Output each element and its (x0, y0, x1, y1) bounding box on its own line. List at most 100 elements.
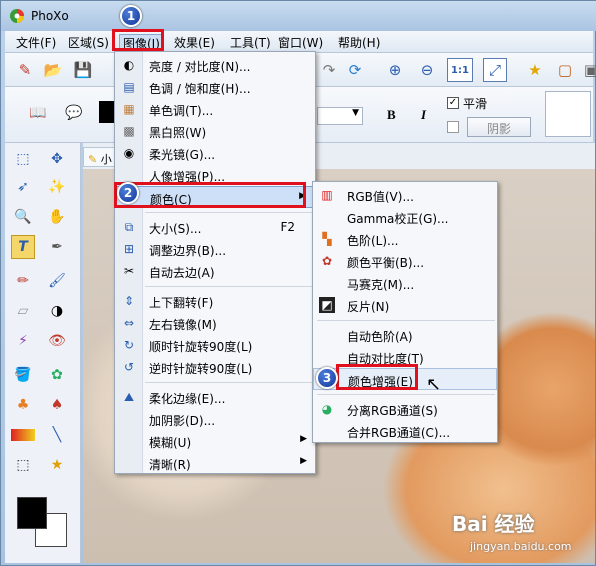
stamp-icon[interactable]: ♣ (11, 393, 35, 417)
frame-icon[interactable]: ▢ (553, 58, 577, 82)
new-file-icon[interactable]: ✎ (13, 58, 37, 82)
menu-item-sharpen[interactable]: 清晰(R) ▶ (115, 452, 315, 474)
clone-icon[interactable]: ⚡ (11, 329, 35, 353)
paint-bucket-icon[interactable]: 🪣 (11, 363, 35, 387)
rect-select-icon[interactable]: ⬚ (11, 147, 35, 171)
more-tools-icon[interactable]: ▣ (579, 58, 596, 82)
line-tool-icon[interactable]: ╲ (45, 423, 69, 447)
menu-item-merge-rgb[interactable]: 合并RGB通道(C)... (313, 420, 497, 442)
soften-edge-icon: ⛰ (123, 389, 135, 404)
menu-file[interactable]: 文件(F) (13, 34, 59, 51)
rotate-cw-icon: ↻ (123, 338, 135, 352)
save-icon[interactable]: 💾 (71, 58, 95, 82)
menu-item-add-shadow[interactable]: 加阴影(D)... (115, 408, 315, 430)
menu-item-rotate-ccw[interactable]: ↺ 逆时针旋转90度(L) (115, 356, 315, 378)
menu-item-label: 调整边界(B)... (149, 244, 227, 258)
menu-item-resize[interactable]: ⧉ 大小(S)... F2 (115, 216, 315, 238)
favorite-star-icon[interactable]: ★ (523, 58, 547, 82)
actual-size-icon[interactable]: 1:1 (447, 58, 473, 82)
book-icon[interactable]: 📖 (29, 105, 46, 121)
menu-item-label: 自动去边(A) (149, 266, 215, 280)
foreground-color-swatch[interactable] (17, 497, 47, 529)
bold-button[interactable]: B (387, 107, 396, 123)
menu-selection[interactable]: 区域(S) (65, 34, 112, 51)
red-eye-icon[interactable]: 👁 (45, 329, 69, 353)
comment-icon[interactable]: 💬 (65, 105, 82, 121)
shadow-checkbox[interactable] (447, 121, 459, 133)
italic-button[interactable]: I (421, 107, 426, 123)
menu-item-mirror[interactable]: ⇔ 左右镜像(M) (115, 312, 315, 334)
contrast-tool-icon[interactable]: ◑ (45, 299, 69, 323)
menu-item-rgb-values[interactable]: ▥ RGB值(V)... (313, 184, 497, 206)
magic-wand-icon[interactable]: ✨ (45, 175, 69, 199)
monotone-icon: ▦ (123, 102, 135, 116)
menu-item-color-balance[interactable]: ✿ 颜色平衡(B)... (313, 250, 497, 272)
menu-window[interactable]: 窗口(W) (275, 34, 326, 51)
move-icon[interactable]: ✥ (45, 147, 69, 171)
menu-item-soften-edge[interactable]: ⛰ 柔化边缘(E)... (115, 386, 315, 408)
menu-separator (145, 382, 313, 383)
zoom-in-icon[interactable]: ⊕ (383, 58, 407, 82)
eyedropper-icon[interactable]: ✒ (45, 235, 69, 259)
menu-item-invert[interactable]: ◩ 反片(N) (313, 294, 497, 316)
menu-tools[interactable]: 工具(T) (227, 34, 274, 51)
gradient-icon[interactable] (11, 429, 35, 441)
menu-item-mosaic[interactable]: 马赛克(M)... (313, 272, 497, 294)
zoom-tool-icon[interactable]: 🔍 (11, 205, 35, 229)
submenu-arrow-icon: ▶ (300, 434, 307, 444)
mouse-cursor-icon: ↖ (426, 374, 442, 395)
menu-item-label: 反片(N) (347, 300, 390, 314)
document-tab-label: 小 (100, 153, 112, 166)
menu-item-levels[interactable]: ▚ 色阶(L)... (313, 228, 497, 250)
text-tool-icon[interactable]: T (11, 235, 35, 259)
zoom-out-icon[interactable]: ⊖ (415, 58, 439, 82)
menu-item-adjust-border[interactable]: ⊞ 调整边界(B)... (115, 238, 315, 260)
window-title: PhoXo (31, 9, 69, 23)
menu-item-grayscale[interactable]: ▩ 黑白照(W) (115, 120, 315, 142)
color-submenu: ▥ RGB值(V)... Gamma校正(G)... ▚ 色阶(L)... ✿ 颜色平… (312, 181, 498, 443)
menu-item-flip-vertical[interactable]: ⇕ 上下翻转(F) (115, 290, 315, 312)
menu-item-auto-crop[interactable]: ✂ 自动去边(A) (115, 260, 315, 282)
highlight-color-enhance (336, 364, 418, 390)
menu-effects[interactable]: 效果(E) (171, 34, 218, 51)
redo-icon[interactable]: ↷ (317, 58, 341, 82)
menu-item-split-rgb[interactable]: ◕ 分离RGB通道(S) (313, 398, 497, 420)
color-replace-icon[interactable]: ✿ (45, 363, 69, 387)
menu-item-hue-saturation[interactable]: ▤ 色调 / 饱和度(H)... (115, 76, 315, 98)
menu-item-brightness-contrast[interactable]: ◐ 亮度 / 对比度(N)... (115, 54, 315, 76)
shadow-button[interactable]: 阴影 (467, 117, 531, 137)
menu-item-label: 清晰(R) (149, 458, 191, 472)
menu-item-blur[interactable]: 模糊(U) ▶ (115, 430, 315, 452)
menu-item-label: 逆时针旋转90度(L) (149, 362, 253, 376)
font-size-select[interactable]: ▼ (317, 107, 363, 125)
open-folder-icon[interactable]: 📂 (41, 58, 65, 82)
mirror-icon: ⇔ (123, 316, 135, 330)
menu-item-label: 单色调(T)... (149, 104, 214, 118)
menu-item-gamma[interactable]: Gamma校正(G)... (313, 206, 497, 228)
hand-icon[interactable]: ✋ (45, 205, 69, 229)
fit-window-icon[interactable]: ⤢ (483, 58, 507, 82)
hue-icon: ▤ (123, 80, 135, 94)
menu-item-rotate-cw[interactable]: ↻ 顺时针旋转90度(L) (115, 334, 315, 356)
menu-item-auto-levels[interactable]: 自动色阶(A) (313, 324, 497, 346)
star-tool-icon[interactable]: ★ (45, 453, 69, 477)
refresh-icon[interactable]: ⟳ (343, 58, 367, 82)
menu-item-monotone[interactable]: ▦ 单色调(T)... (115, 98, 315, 120)
menu-separator (317, 394, 495, 395)
menu-item-label: 亮度 / 对比度(N)... (149, 60, 251, 74)
menu-item-label: 合并RGB通道(C)... (347, 426, 451, 440)
menu-item-label: 上下翻转(F) (149, 296, 214, 310)
brush-icon[interactable]: 🖌 (45, 269, 69, 293)
warp-icon[interactable]: ♠ (45, 393, 69, 417)
pencil-icon[interactable]: ✏ (11, 269, 35, 293)
smooth-checkbox[interactable]: ✓ (447, 97, 459, 109)
menu-item-label: 左右镜像(M) (149, 318, 217, 332)
rotate-ccw-icon: ↺ (123, 360, 135, 374)
menu-item-soft-light[interactable]: ◉ 柔光镜(G)... (115, 142, 315, 164)
softlight-icon: ◉ (123, 146, 135, 160)
transform-icon[interactable]: ⬚ (11, 453, 35, 477)
eraser-icon[interactable]: ▱ (11, 299, 35, 323)
lasso-icon[interactable]: ➶ (11, 175, 35, 199)
menu-help[interactable]: 帮助(H) (335, 34, 383, 51)
menu-bar: 文件(F) 区域(S) 图像(I) 效果(E) 工具(T) 窗口(W) 帮助(H… (5, 31, 593, 53)
